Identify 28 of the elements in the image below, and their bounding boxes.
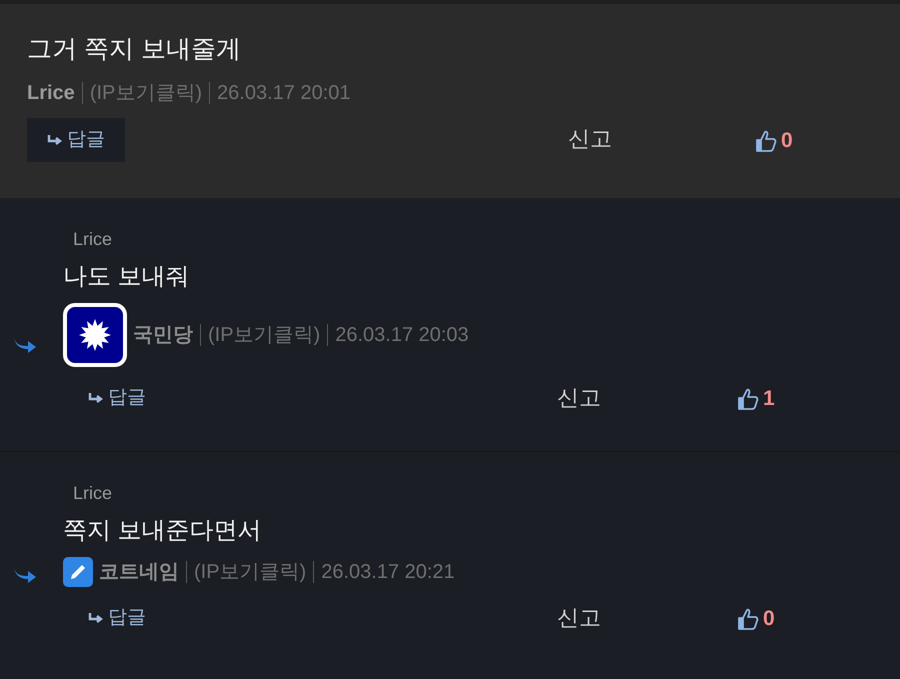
reply-button[interactable]: 답글 bbox=[27, 118, 125, 162]
quoted-name: Lrice bbox=[73, 228, 114, 251]
author-name[interactable]: 국민당 bbox=[133, 320, 193, 350]
thumbs-up-icon[interactable] bbox=[737, 386, 759, 411]
date-text: 26.03.17 20:21 bbox=[321, 560, 455, 585]
reply-link[interactable]: 답글 bbox=[88, 604, 188, 632]
quoted-name: Lrice bbox=[73, 482, 114, 505]
reply-text: 나도 보내줘 bbox=[63, 262, 191, 292]
report-link[interactable]: 신고 bbox=[557, 381, 601, 414]
sun-emblem-icon bbox=[63, 303, 127, 367]
date-text: 26.03.17 20:03 bbox=[335, 323, 469, 348]
pencil-icon bbox=[63, 557, 93, 587]
report-link[interactable]: 신고 bbox=[568, 122, 612, 154]
like-count: 0 bbox=[763, 606, 775, 632]
reply-text: 쪽지 보내준다면서 bbox=[63, 516, 263, 546]
author-name[interactable]: 코트네임 bbox=[99, 557, 179, 587]
thumbs-up-icon[interactable] bbox=[737, 606, 759, 631]
author-name[interactable]: Lrice bbox=[27, 78, 75, 108]
thumbs-up-icon[interactable] bbox=[755, 129, 777, 153]
like-count: 1 bbox=[763, 386, 775, 412]
reply-arrow-icon bbox=[88, 392, 104, 404]
reply-arrow-icon bbox=[47, 134, 63, 146]
date-text: 26.03.17 20:01 bbox=[217, 81, 350, 106]
comment-text: 그거 쪽지 보내줄게 bbox=[27, 34, 242, 65]
report-link[interactable]: 신고 bbox=[557, 601, 601, 634]
reply-link[interactable]: 답글 bbox=[88, 384, 188, 412]
reply-arrow-icon bbox=[88, 612, 104, 624]
like-count: 0 bbox=[781, 128, 793, 154]
